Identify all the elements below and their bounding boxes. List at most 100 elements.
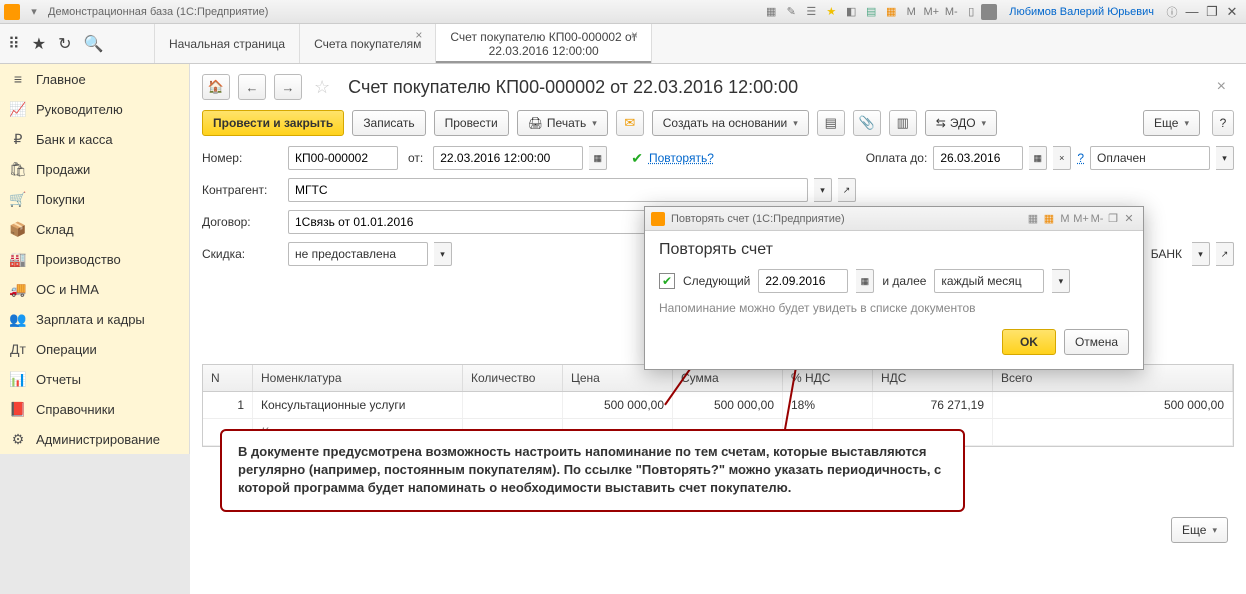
modal-mem-mplus[interactable]: M+ bbox=[1073, 211, 1089, 227]
mem-mplus[interactable]: M+ bbox=[922, 3, 940, 21]
calendar-icon[interactable]: ▦ bbox=[856, 269, 874, 293]
page-title: Счет покупателю КП00-000002 от 22.03.201… bbox=[348, 77, 798, 98]
forward-button[interactable]: → bbox=[274, 74, 302, 100]
help-callout: В документе предусмотрена возможность на… bbox=[220, 429, 965, 512]
sidebar-item-bank[interactable]: ₽Банк и касса bbox=[0, 124, 189, 154]
window-close[interactable]: ✕ bbox=[1222, 4, 1242, 20]
tabstrip: ⠿ ★ ↻ 🔍 Начальная страница Счета покупат… bbox=[0, 24, 1246, 64]
attach-icon[interactable]: 📎 bbox=[853, 110, 881, 136]
titlebar-dropdown-icon[interactable]: ▾ bbox=[25, 3, 43, 21]
calendar-icon[interactable]: ▦ bbox=[882, 3, 900, 21]
sidebar-item-main[interactable]: ≡Главное bbox=[0, 64, 189, 94]
sidebar-item-admin[interactable]: ⚙Администрирование bbox=[0, 424, 189, 454]
favorite-icon[interactable]: ★ bbox=[822, 3, 840, 21]
tb-icon-4[interactable]: ◧ bbox=[842, 3, 860, 21]
close-doc-icon[interactable]: × bbox=[1209, 78, 1234, 96]
chevron-down-icon[interactable]: ▾ bbox=[434, 242, 452, 266]
sidebar-item-reports[interactable]: 📊Отчеты bbox=[0, 364, 189, 394]
sidebar-item-manager[interactable]: 📈Руководителю bbox=[0, 94, 189, 124]
apps-grid-icon[interactable]: ⠿ bbox=[8, 34, 20, 54]
chevron-down-icon[interactable]: ▾ bbox=[1052, 269, 1070, 293]
close-icon[interactable]: × bbox=[415, 28, 431, 44]
tb-info-icon[interactable]: ⓘ bbox=[1163, 3, 1181, 21]
sidebar-item-warehouse[interactable]: 📦Склад bbox=[0, 214, 189, 244]
star-icon[interactable]: ★ bbox=[32, 34, 46, 54]
tb-icon-2[interactable]: ✎ bbox=[782, 3, 800, 21]
tab-current-doc[interactable]: Счет покупателю КП00-000002 от 22.03.201… bbox=[436, 24, 652, 63]
col-quantity[interactable]: Количество bbox=[463, 365, 563, 391]
next-label: Следующий bbox=[683, 274, 750, 288]
modal-mem-mminus[interactable]: M- bbox=[1089, 211, 1105, 227]
discount-select[interactable]: не предоставлена bbox=[288, 242, 428, 266]
more-button[interactable]: Еще▾ bbox=[1143, 110, 1200, 136]
app-title: Демонстрационная база (1С:Предприятие) bbox=[48, 6, 268, 18]
clear-icon[interactable]: × bbox=[1053, 146, 1071, 170]
calendar-icon[interactable]: ▦ bbox=[1029, 146, 1047, 170]
col-nomenclature[interactable]: Номенклатура bbox=[253, 365, 463, 391]
calendar-icon[interactable]: ▦ bbox=[589, 146, 607, 170]
table-row[interactable]: 1 Консультационные услуги 500 000,00 500… bbox=[203, 392, 1233, 419]
window-restore[interactable]: ❐ bbox=[1202, 4, 1222, 20]
repeat-link[interactable]: Повторять? bbox=[649, 151, 714, 165]
sidebar-item-operations[interactable]: ДтОперации bbox=[0, 334, 189, 364]
email-button[interactable]: ✉ bbox=[616, 110, 644, 136]
tab-home[interactable]: Начальная страница bbox=[155, 24, 300, 63]
modal-restore[interactable]: ❐ bbox=[1105, 211, 1121, 227]
print-button[interactable]: 🖨Печать▾ bbox=[517, 110, 608, 136]
open-icon[interactable]: ↗ bbox=[1216, 242, 1234, 266]
chevron-down-icon[interactable]: ▾ bbox=[1216, 146, 1234, 170]
cancel-button[interactable]: Отмена bbox=[1064, 329, 1129, 355]
tab-invoices[interactable]: Счета покупателям× bbox=[300, 24, 436, 63]
ok-button[interactable]: OK bbox=[1002, 329, 1056, 355]
modal-icon-1[interactable]: ▦ bbox=[1025, 211, 1041, 227]
doc-icon-2[interactable]: ▥ bbox=[889, 110, 917, 136]
sidebar-item-purchases[interactable]: 🛒Покупки bbox=[0, 184, 189, 214]
next-date-input[interactable] bbox=[758, 269, 848, 293]
tb-icon-1[interactable]: ▦ bbox=[762, 3, 780, 21]
window-minimize[interactable]: — bbox=[1182, 4, 1202, 20]
col-n[interactable]: N bbox=[203, 365, 253, 391]
sidebar-item-catalogs[interactable]: 📕Справочники bbox=[0, 394, 189, 424]
mem-mminus[interactable]: M- bbox=[942, 3, 960, 21]
next-checkbox[interactable]: ✔ bbox=[659, 273, 675, 289]
paydue-input[interactable] bbox=[933, 146, 1023, 170]
post-button[interactable]: Провести bbox=[434, 110, 509, 136]
sidebar-item-production[interactable]: 🏭Производство bbox=[0, 244, 189, 274]
counterparty-input[interactable] bbox=[288, 178, 808, 202]
doc-icon-1[interactable]: ▤ bbox=[817, 110, 845, 136]
history-icon[interactable]: ↻ bbox=[58, 34, 71, 54]
calc-icon[interactable]: ▤ bbox=[862, 3, 880, 21]
chevron-down-icon[interactable]: ▾ bbox=[1192, 242, 1210, 266]
search-icon[interactable]: 🔍 bbox=[83, 34, 103, 54]
close-icon[interactable]: × bbox=[631, 28, 647, 44]
status-select[interactable]: Оплачен bbox=[1090, 146, 1210, 170]
date-input[interactable] bbox=[433, 146, 583, 170]
modal-close-icon[interactable]: ✕ bbox=[1121, 211, 1137, 227]
edo-icon: ⇆ bbox=[936, 116, 946, 130]
home-button[interactable]: 🏠 bbox=[202, 74, 230, 100]
open-icon[interactable]: ↗ bbox=[838, 178, 856, 202]
edo-button[interactable]: ⇆ЭДО▾ bbox=[925, 110, 997, 136]
user-name[interactable]: Любимов Валерий Юрьевич bbox=[1009, 6, 1154, 18]
create-based-button[interactable]: Создать на основании▾ bbox=[652, 110, 809, 136]
table-more-button[interactable]: Еще▾ bbox=[1171, 517, 1228, 543]
sidebar-item-sales[interactable]: 🛍Продажи bbox=[0, 154, 189, 184]
sidebar-item-salary[interactable]: 👥Зарплата и кадры bbox=[0, 304, 189, 334]
favorite-toggle[interactable]: ☆ bbox=[314, 77, 330, 98]
chevron-down-icon[interactable]: ▾ bbox=[814, 178, 832, 202]
help-button[interactable]: ? bbox=[1212, 110, 1234, 136]
mem-m[interactable]: M bbox=[902, 3, 920, 21]
post-and-close-button[interactable]: Провести и закрыть bbox=[202, 110, 344, 136]
modal-calendar-icon[interactable]: ▦ bbox=[1041, 211, 1057, 227]
modal-mem-m[interactable]: M bbox=[1057, 211, 1073, 227]
printer-icon: 🖨 bbox=[528, 116, 543, 130]
number-input[interactable] bbox=[288, 146, 398, 170]
dt-icon: Дт bbox=[10, 341, 26, 357]
back-button[interactable]: ← bbox=[238, 74, 266, 100]
tb-icon-3[interactable]: ☰ bbox=[802, 3, 820, 21]
period-select[interactable]: каждый месяц bbox=[934, 269, 1044, 293]
save-button[interactable]: Записать bbox=[352, 110, 425, 136]
chart-icon: 📈 bbox=[10, 101, 26, 117]
help-link[interactable]: ? bbox=[1077, 151, 1084, 165]
sidebar-item-assets[interactable]: 🚚ОС и НМА bbox=[0, 274, 189, 304]
